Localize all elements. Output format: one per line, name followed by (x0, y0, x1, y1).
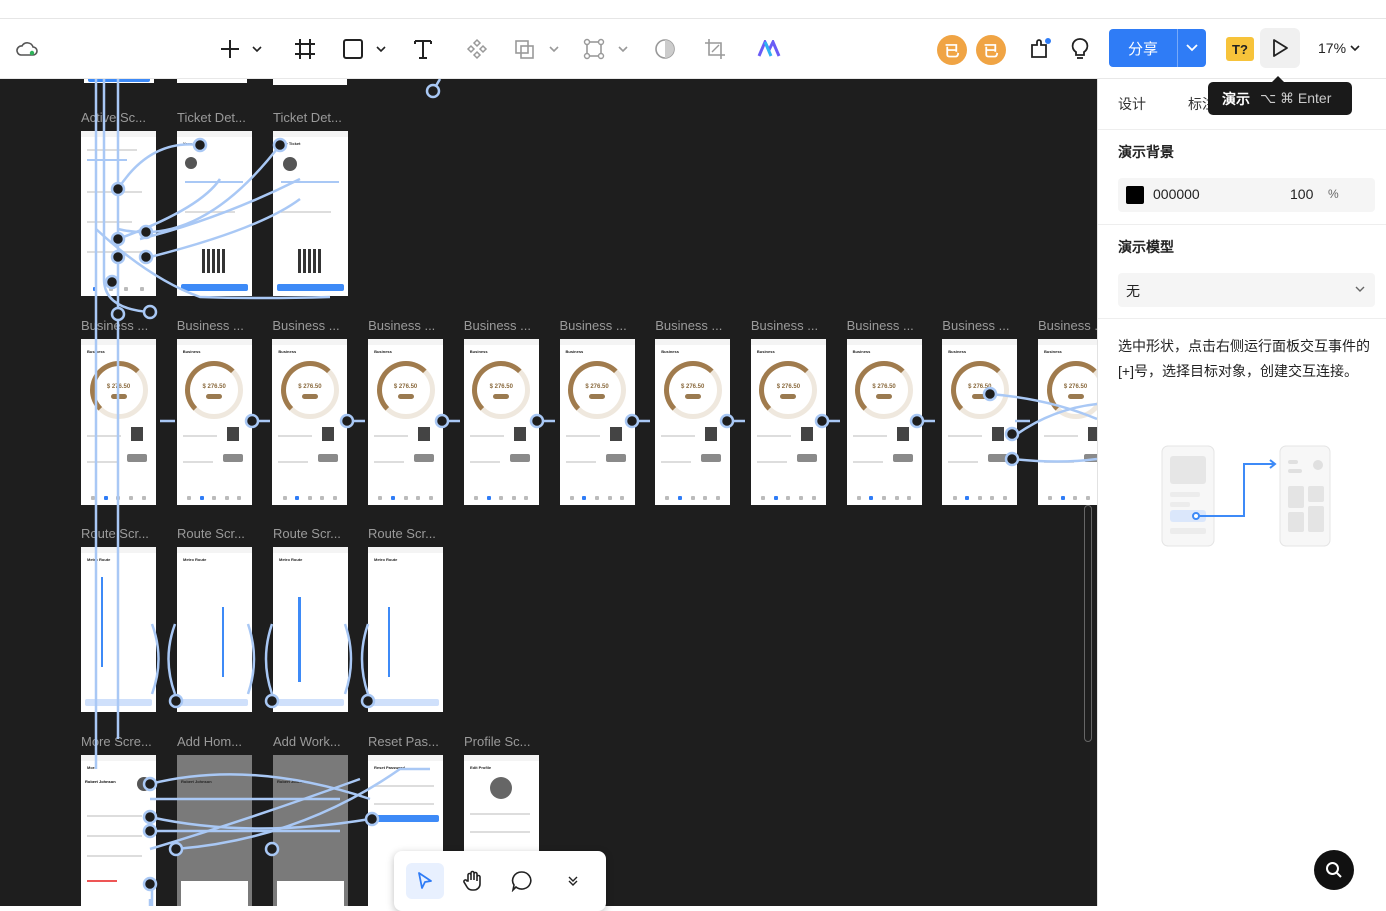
mask-icon[interactable] (650, 33, 680, 65)
top-toolbar: 已 已 分享 T? 17% (0, 19, 1386, 79)
ai-logo-icon[interactable] (754, 33, 784, 65)
color-hex[interactable]: 000000 (1153, 186, 1200, 202)
comment-tool-button[interactable] (503, 863, 541, 899)
cloud-sync-icon[interactable] (14, 33, 40, 65)
present-model-select[interactable]: 无 (1118, 273, 1375, 307)
crop-icon[interactable] (700, 33, 730, 65)
present-tooltip: 演示 ⌥ ⌘ Enter (1208, 76, 1352, 115)
frame-icon[interactable] (290, 33, 320, 65)
play-icon (1273, 39, 1288, 57)
collaborator-avatar[interactable]: 已 (976, 35, 1006, 65)
share-label[interactable]: 分享 (1109, 29, 1177, 67)
opacity-unit: % (1328, 187, 1339, 201)
opacity-value[interactable]: 100 (1290, 186, 1313, 202)
component-icon[interactable] (462, 33, 492, 65)
more-tools-button[interactable] (554, 863, 592, 899)
prototype-connections (94, 79, 1097, 906)
vector-icon[interactable] (582, 33, 632, 65)
comment-icon (511, 871, 532, 892)
present-model-title: 演示模型 (1118, 239, 1174, 255)
prototype-illustration-icon (1161, 445, 1331, 547)
divider (1098, 129, 1386, 130)
present-button[interactable] (1260, 28, 1300, 68)
right-panel: 设计 标注 演示背景 000000 100 % 演示模型 无 选中形状，点击右侧… (1097, 79, 1386, 906)
boolean-icon[interactable] (512, 33, 562, 65)
present-background-field[interactable]: 000000 100 % (1118, 178, 1375, 212)
rectangle-tool-button[interactable] (340, 33, 390, 65)
add-tool-button[interactable] (216, 33, 264, 65)
chevron-down-icon (1355, 286, 1365, 292)
chevron-down-icon (1350, 44, 1360, 51)
canvas-scrollbar[interactable] (1084, 505, 1092, 742)
zoom-control[interactable]: 17% (1318, 40, 1360, 56)
share-dropdown[interactable] (1177, 29, 1206, 67)
text-icon[interactable] (408, 33, 438, 65)
hand-icon (463, 870, 481, 891)
divider (1098, 224, 1386, 225)
cursor-icon (418, 872, 432, 889)
present-background-title: 演示背景 (1118, 144, 1174, 160)
chevron-down-icon (568, 876, 578, 886)
prototype-help-text: 选中形状，点击右侧运行面板交互事件的[+]号，选择目标对象，创建交互连接。 (1118, 338, 1370, 379)
chevron-down-icon (1186, 44, 1198, 52)
bottom-toolbar (394, 851, 606, 911)
search-button[interactable] (1314, 850, 1354, 890)
hand-tool-button[interactable] (454, 863, 492, 899)
zoom-value: 17% (1318, 40, 1347, 56)
share-button[interactable]: 分享 (1109, 29, 1206, 67)
search-icon (1326, 862, 1342, 878)
plugin-icon[interactable] (1025, 33, 1055, 65)
design-canvas[interactable]: Active Sc... Ticket Det... Ticket Det...… (0, 79, 1097, 906)
tooltip-label: 演示 (1222, 90, 1250, 107)
divider (1098, 318, 1386, 319)
missing-font-badge[interactable]: T? (1226, 37, 1254, 61)
window-top-strip (0, 0, 1386, 19)
tooltip-shortcut: ⌥ ⌘ Enter (1260, 90, 1332, 106)
bulb-icon[interactable] (1066, 33, 1094, 65)
select-value: 无 (1126, 283, 1140, 299)
collaborator-avatar[interactable]: 已 (937, 35, 967, 65)
color-swatch[interactable] (1126, 186, 1144, 204)
cursor-tool-button[interactable] (406, 863, 444, 899)
tab-design[interactable]: 设计 (1118, 94, 1146, 114)
